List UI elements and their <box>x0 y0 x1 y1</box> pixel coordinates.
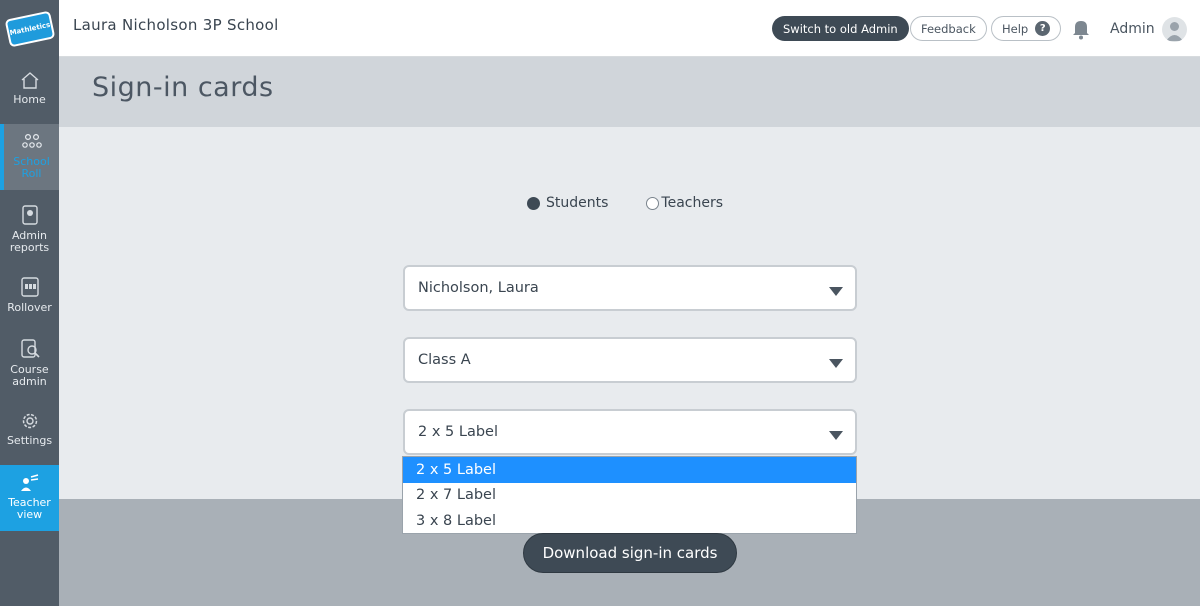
avatar[interactable] <box>1162 17 1187 42</box>
people-icon <box>21 133 42 148</box>
admin-label[interactable]: Admin <box>1110 21 1155 37</box>
label-size-dropdown: 2 x 5 Label 2 x 7 Label 3 x 8 Label <box>402 456 857 534</box>
sidebar-item-label: Home <box>13 93 46 106</box>
sidebar-item-label: Rollover <box>7 301 52 314</box>
logo-container[interactable]: Mathletics <box>0 0 59 57</box>
teacher-select-value: Nicholson, Laura <box>418 280 539 296</box>
chevron-down-icon <box>829 287 843 296</box>
school-name: Laura Nicholson 3P School <box>73 16 279 34</box>
sidebar-item-label: School Roll <box>13 155 50 180</box>
top-bar: Laura Nicholson 3P School Switch to old … <box>59 0 1200 57</box>
switch-to-old-admin-button[interactable]: Switch to old Admin <box>772 16 909 41</box>
class-select[interactable]: Class A <box>403 337 857 383</box>
label-size-select-value: 2 x 5 Label <box>418 424 498 440</box>
sidebar-item-teacher-view[interactable]: Teacher view <box>0 465 59 531</box>
user-type-radio-group: Students Teachers <box>527 195 761 211</box>
students-radio-label[interactable]: Students <box>546 195 608 211</box>
sidebar-item-label: Course admin <box>10 363 49 388</box>
sidebar-item-rollover[interactable]: Rollover <box>0 276 59 320</box>
teachers-radio-label[interactable]: Teachers <box>661 195 723 211</box>
sidebar-item-label: Settings <box>6 434 53 447</box>
home-icon <box>21 72 38 89</box>
sidebar-item-school-roll[interactable]: School Roll <box>0 124 59 190</box>
teacher-icon <box>20 474 38 491</box>
mathletics-logo: Mathletics <box>4 10 55 47</box>
question-icon: ? <box>1035 21 1051 36</box>
teacher-select[interactable]: Nicholson, Laura <box>403 265 857 311</box>
teachers-radio[interactable] <box>646 196 660 210</box>
title-band: Sign-in cards <box>59 57 1200 127</box>
help-label: Help <box>1002 21 1029 36</box>
sidebar-item-admin-reports[interactable]: Admin reports <box>0 204 59 260</box>
class-select-value: Class A <box>418 352 471 368</box>
sidebar-item-label: Admin reports <box>9 229 50 254</box>
students-radio[interactable] <box>527 196 540 210</box>
sidebar-item-home[interactable]: Home <box>0 70 59 122</box>
help-button[interactable]: Help ? <box>991 16 1062 41</box>
dropdown-option[interactable]: 2 x 5 Label <box>403 457 856 483</box>
sidebar-item-label: Teacher view <box>8 496 51 521</box>
chevron-down-icon <box>829 359 843 368</box>
rollover-icon <box>20 277 39 297</box>
page-title: Sign-in cards <box>92 72 274 103</box>
sidebar-item-settings[interactable]: Settings <box>0 411 59 453</box>
sidebar-item-course-admin[interactable]: Course admin <box>0 338 59 392</box>
feedback-button[interactable]: Feedback <box>910 16 987 41</box>
sidebar: Mathletics Home School Roll Admin report… <box>0 0 59 606</box>
download-sign-in-cards-button[interactable]: Download sign-in cards <box>523 533 737 573</box>
dropdown-option[interactable]: 2 x 7 Label <box>403 483 856 509</box>
chevron-down-icon <box>829 431 843 440</box>
bell-icon[interactable] <box>1071 18 1091 40</box>
user-icon <box>1166 22 1183 41</box>
label-size-select[interactable]: 2 x 5 Label <box>403 409 857 455</box>
course-icon <box>20 339 40 358</box>
report-icon <box>21 205 38 225</box>
gear-icon <box>22 413 37 429</box>
dropdown-option[interactable]: 3 x 8 Label <box>403 508 856 534</box>
